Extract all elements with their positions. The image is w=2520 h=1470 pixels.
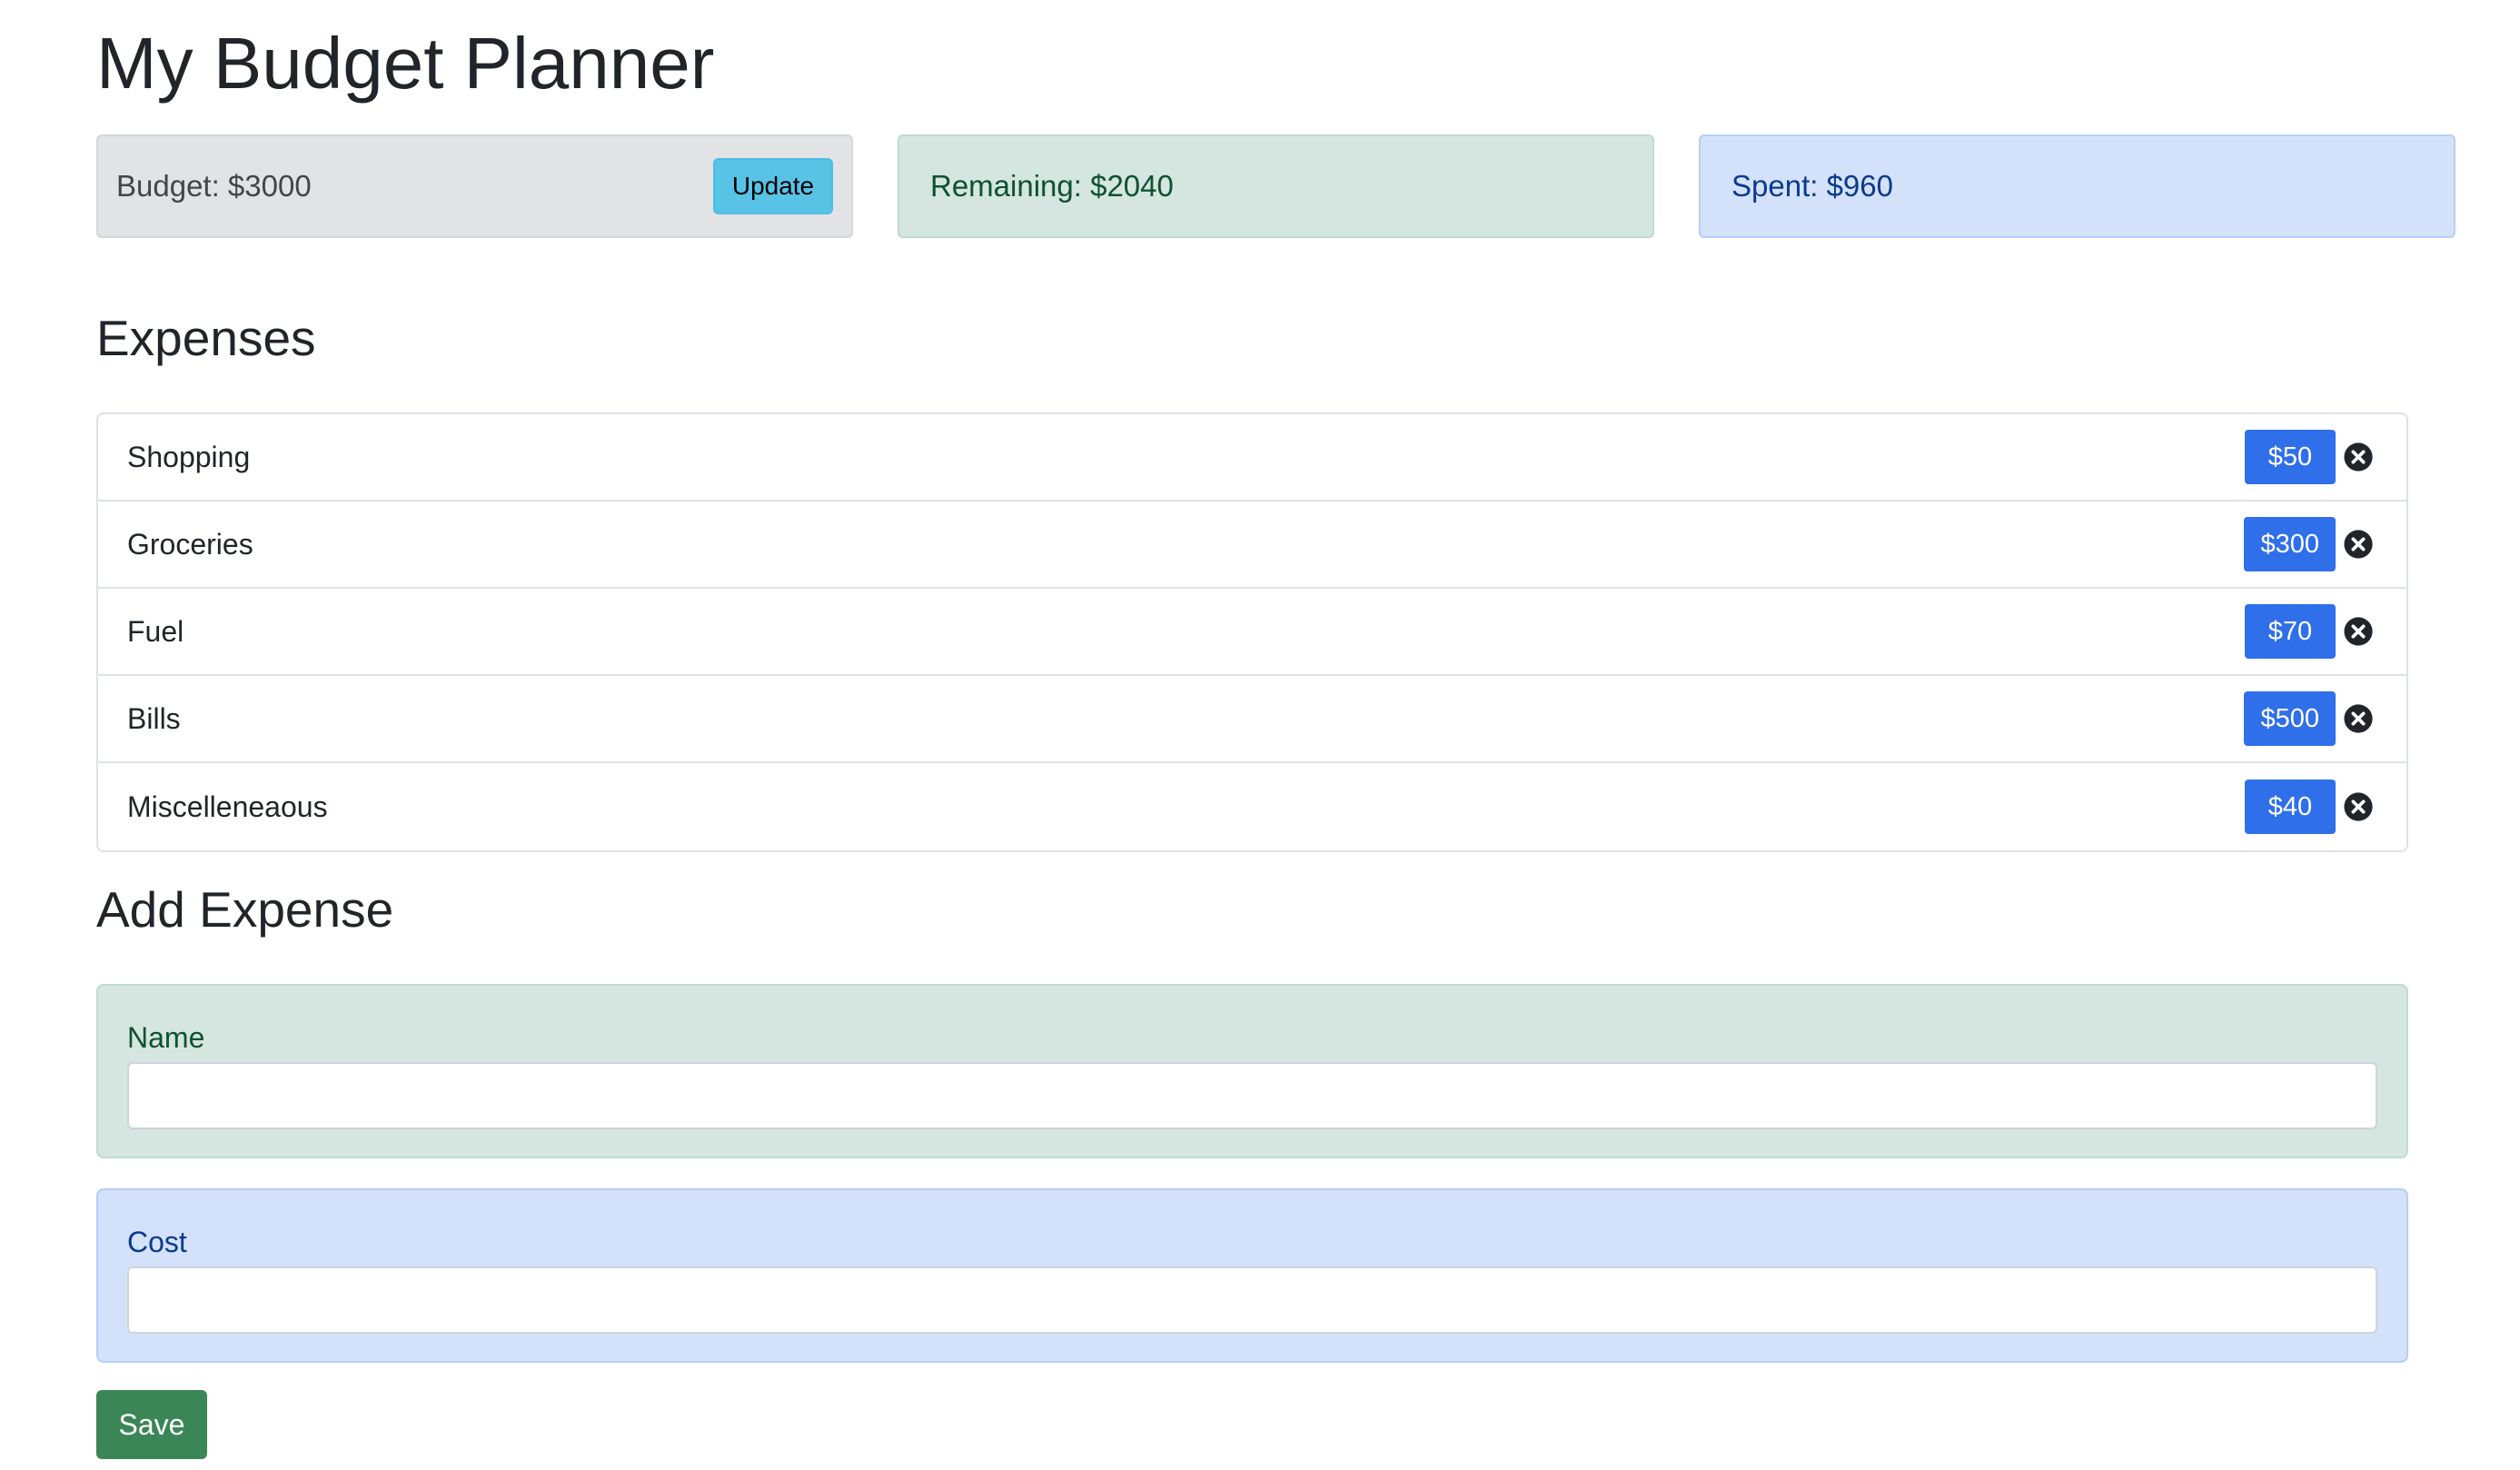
remaining-card: Remaining: $2040 — [898, 134, 1654, 238]
expense-name: Shopping — [127, 440, 251, 473]
list-item: Groceries $300 — [98, 502, 2406, 589]
cost-badge: $70 — [2245, 604, 2336, 659]
budget-planner-page: My Budget Planner Budget: $3000 Update R… — [0, 0, 2520, 1470]
name-field-group: Name — [96, 984, 2408, 1158]
remaining-label: Remaining: $2040 — [930, 169, 1174, 203]
cost-input[interactable] — [127, 1266, 2377, 1334]
cost-badge: $50 — [2245, 430, 2336, 484]
save-button[interactable]: Save — [96, 1390, 207, 1459]
expense-name: Bills — [127, 701, 181, 735]
expense-name: Miscelleneaous — [127, 790, 328, 823]
budget-card: Budget: $3000 Update — [96, 134, 853, 238]
cost-badge: $500 — [2244, 691, 2336, 746]
spent-card: Spent: $960 — [1699, 134, 2456, 238]
close-circle-icon[interactable] — [2343, 791, 2374, 822]
page-title: My Budget Planner — [96, 23, 715, 104]
budget-label: Budget: $3000 — [116, 169, 312, 203]
list-item: Shopping $50 — [98, 414, 2406, 502]
expense-name: Groceries — [127, 527, 253, 561]
cost-field-group: Cost — [96, 1188, 2408, 1363]
close-circle-icon[interactable] — [2343, 442, 2374, 472]
close-circle-icon[interactable] — [2343, 616, 2374, 647]
cost-badge: $300 — [2244, 517, 2336, 571]
name-label: Name — [127, 1021, 205, 1054]
name-input[interactable] — [127, 1062, 2377, 1129]
update-budget-button[interactable]: Update — [713, 158, 833, 214]
expense-list: Shopping $50 Groceries $300 Fuel $70 Bil… — [96, 412, 2408, 852]
list-item: Miscelleneaous $40 — [98, 763, 2406, 850]
cost-badge: $40 — [2245, 780, 2336, 834]
list-item: Bills $500 — [98, 676, 2406, 763]
close-circle-icon[interactable] — [2343, 703, 2374, 734]
list-item: Fuel $70 — [98, 589, 2406, 676]
cost-label: Cost — [127, 1226, 187, 1258]
expense-name: Fuel — [127, 614, 184, 648]
spent-label: Spent: $960 — [1731, 169, 1893, 203]
add-expense-heading: Add Expense — [96, 881, 394, 938]
expenses-heading: Expenses — [96, 310, 316, 366]
close-circle-icon[interactable] — [2343, 529, 2374, 560]
